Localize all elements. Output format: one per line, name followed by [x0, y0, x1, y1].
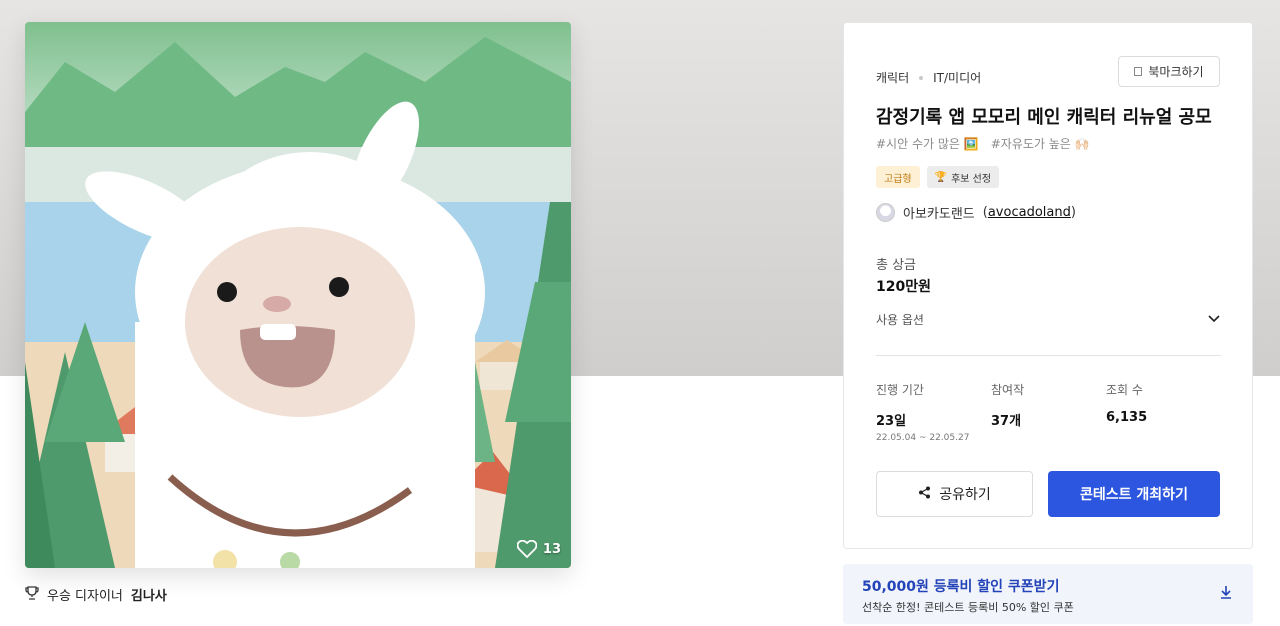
category-primary[interactable]: 캐릭터 [876, 69, 909, 86]
award-label: 우승 디자이너 [47, 589, 123, 604]
badge-row: 고급형 🏆 후보 선정 [876, 166, 1000, 188]
like-counter[interactable]: 13 [516, 540, 561, 558]
trophy-icon: 🏆 [934, 171, 948, 183]
heart-icon [516, 540, 537, 558]
candidate-badge-label: 후보 선정 [951, 173, 992, 185]
chevron-down-icon [1207, 313, 1221, 327]
stat-entries: 참여작 37개 [991, 381, 1106, 443]
host-info[interactable]: 아보카도랜드 (avocadoland) [876, 203, 1076, 222]
trophy-icon [25, 585, 39, 604]
share-button[interactable]: 공유하기 [876, 471, 1033, 517]
period-label: 진행 기간 [876, 383, 924, 397]
stat-period: 진행 기간 23일 22.05.04 ~ 22.05.27 [876, 381, 991, 443]
like-count: 13 [542, 541, 561, 557]
stat-views: 조회 수 6,135 [1106, 381, 1221, 443]
coupon-subtitle: 선착순 한정! 콘테스트 등록비 50% 할인 쿠폰 [862, 601, 1074, 614]
options-label: 사용 옵션 [876, 313, 924, 327]
divider [876, 355, 1221, 356]
open-contest-button[interactable]: 콘테스트 개최하기 [1048, 471, 1220, 517]
alpaca-illustration [25, 22, 571, 568]
entries-value: 37개 [991, 414, 1022, 429]
contest-info-panel: 캐릭터 IT/미디어 북마크하기 감정기록 앱 모모리 메인 캐릭터 리뉴얼 공… [843, 22, 1253, 549]
download-icon[interactable] [1219, 584, 1233, 603]
entries-label: 참여작 [991, 383, 1025, 397]
avatar [876, 203, 895, 222]
period-value: 23일 [876, 414, 907, 429]
coupon-banner[interactable]: 50,000원 등록비 할인 쿠폰받기 선착순 한정! 콘테스트 등록비 50%… [843, 564, 1253, 624]
designer-name[interactable]: 김나사 [131, 585, 167, 604]
tag-list: #시안 수가 많은 🖼️ #자유도가 높은 🙌🏻 [876, 135, 1090, 152]
contest-stats: 진행 기간 23일 22.05.04 ~ 22.05.27 참여작 37개 조회… [876, 381, 1221, 443]
share-icon [918, 486, 931, 503]
prize-label: 총 상금 [876, 258, 917, 273]
tag-item[interactable]: #자유도가 높은 🙌🏻 [991, 135, 1090, 152]
views-value: 6,135 [1106, 410, 1148, 425]
artwork-image[interactable]: 13 [25, 22, 571, 568]
premium-badge: 고급형 [876, 166, 920, 188]
separator-dot [919, 75, 924, 80]
host-name: 아보카도랜드 [903, 207, 975, 222]
category-secondary[interactable]: IT/미디어 [933, 69, 981, 86]
coupon-title: 50,000원 등록비 할인 쿠폰받기 [862, 579, 1060, 595]
tag-item[interactable]: #시안 수가 많은 🖼️ [876, 135, 979, 152]
options-toggle[interactable]: 사용 옵션 [876, 311, 1221, 328]
bookmark-label: 북마크하기 [1148, 65, 1204, 79]
period-dates: 22.05.04 ~ 22.05.27 [876, 433, 970, 443]
views-label: 조회 수 [1106, 383, 1143, 397]
category-breadcrumb: 캐릭터 IT/미디어 [876, 69, 981, 86]
bookmark-icon [1134, 67, 1143, 76]
winner-designer: 우승 디자이너 김나사 [25, 585, 167, 604]
contest-title: 감정기록 앱 모모리 메인 캐릭터 리뉴얼 공모 [876, 107, 1212, 128]
host-handle[interactable]: avocadoland [988, 205, 1071, 220]
bookmark-button[interactable]: 북마크하기 [1118, 56, 1220, 87]
prize-value: 120만원 [876, 279, 931, 295]
share-label: 공유하기 [939, 487, 991, 503]
candidate-badge: 🏆 후보 선정 [926, 166, 1000, 188]
